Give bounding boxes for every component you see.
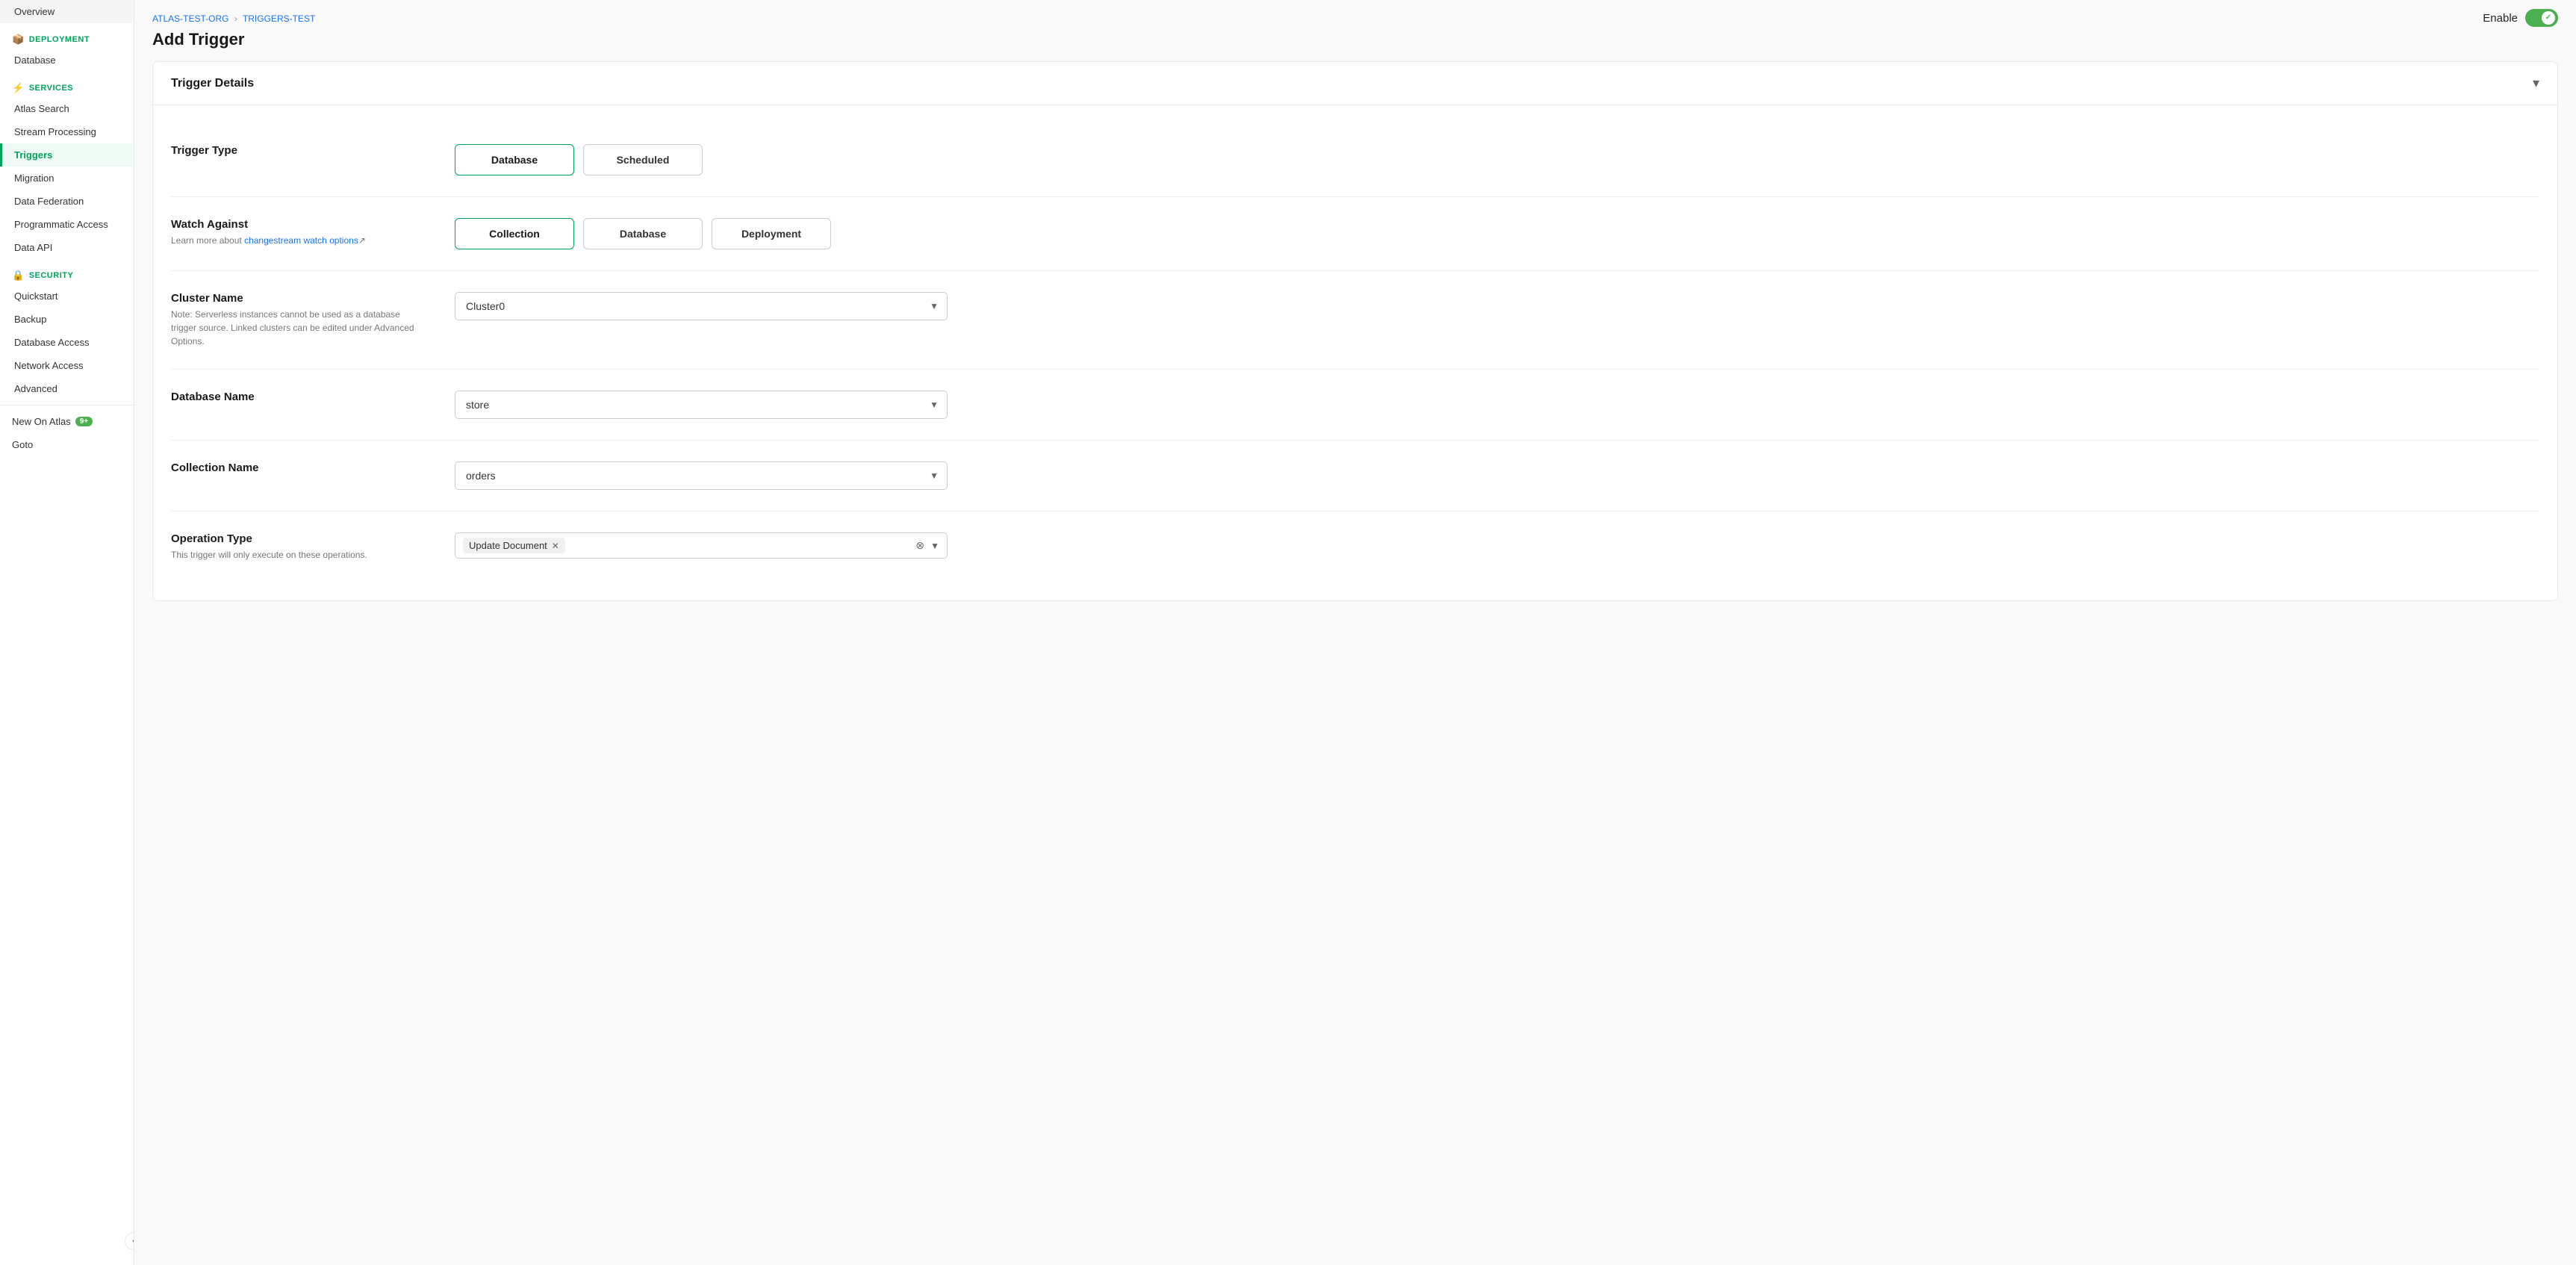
operation-type-label: Operation Type	[171, 532, 425, 545]
database-name-label-col: Database Name	[171, 391, 425, 406]
sidebar-collapse-button[interactable]: ‹	[125, 1232, 134, 1250]
watch-against-btn-group: Collection Database Deployment	[455, 218, 2539, 249]
changestream-link[interactable]: changestream watch options	[244, 235, 358, 246]
watch-against-label-col: Watch Against Learn more about changestr…	[171, 218, 425, 247]
database-name-select-wrapper: store ▼	[455, 391, 948, 419]
sidebar-item-network-access[interactable]: Network Access	[0, 354, 134, 377]
card-header-title: Trigger Details	[171, 77, 254, 90]
cluster-name-label-col: Cluster Name Note: Serverless instances …	[171, 292, 425, 348]
main-content: ATLAS-TEST-ORG › TRIGGERS-TEST Enable Ad…	[134, 0, 2576, 1265]
trigger-details-card: Trigger Details ▾ Trigger Type Database …	[152, 61, 2558, 601]
collection-name-select-wrapper: orders ▼	[455, 461, 948, 490]
collection-name-label: Collection Name	[171, 461, 425, 474]
topbar: ATLAS-TEST-ORG › TRIGGERS-TEST Enable	[134, 0, 2576, 30]
sidebar-item-data-federation[interactable]: Data Federation	[0, 190, 134, 213]
cluster-name-control: Cluster0 ▼	[455, 292, 2539, 320]
trigger-type-label-col: Trigger Type	[171, 144, 425, 160]
breadcrumb-text: ATLAS-TEST-ORG › TRIGGERS-TEST	[152, 13, 315, 24]
watch-against-row: Watch Against Learn more about changestr…	[171, 197, 2539, 271]
operation-type-tag: Update Document ✕	[463, 538, 565, 553]
operation-type-label-col: Operation Type This trigger will only ex…	[171, 532, 425, 562]
services-icon: ⚡	[12, 82, 25, 94]
watch-against-sublabel: Learn more about changestream watch opti…	[171, 234, 425, 247]
trigger-type-label: Trigger Type	[171, 144, 425, 157]
sidebar-item-goto[interactable]: Goto	[0, 433, 134, 456]
watch-against-database-button[interactable]: Database	[583, 218, 703, 249]
sidebar-item-migration[interactable]: Migration	[0, 167, 134, 190]
sidebar-section-services: ⚡ SERVICES	[0, 72, 134, 97]
sidebar-item-triggers[interactable]: Triggers	[0, 143, 134, 167]
trigger-type-btn-group: Database Scheduled	[455, 144, 2539, 175]
tag-dropdown-icon[interactable]: ▼	[930, 541, 939, 551]
breadcrumb: ATLAS-TEST-ORG › TRIGGERS-TEST	[152, 12, 315, 24]
sidebar-item-programmatic-access[interactable]: Programmatic Access	[0, 213, 134, 236]
collection-name-select[interactable]: orders	[455, 461, 948, 490]
new-on-atlas-badge: 9+	[75, 417, 93, 426]
operation-type-control: Update Document ✕ ⊗ ▼	[455, 532, 2539, 559]
database-name-label: Database Name	[171, 391, 425, 403]
trigger-type-row: Trigger Type Database Scheduled	[171, 123, 2539, 197]
collection-name-row: Collection Name orders ▼	[171, 441, 2539, 512]
cluster-name-select-wrapper: Cluster0 ▼	[455, 292, 948, 320]
trigger-type-control: Database Scheduled	[455, 144, 2539, 175]
sidebar-item-backup[interactable]: Backup	[0, 308, 134, 331]
cluster-name-select[interactable]: Cluster0	[455, 292, 948, 320]
watch-against-label: Watch Against	[171, 218, 425, 231]
watch-against-control: Collection Database Deployment	[455, 218, 2539, 249]
sidebar-section-security: 🔒 SECURITY	[0, 259, 134, 285]
sidebar-item-database-access[interactable]: Database Access	[0, 331, 134, 354]
breadcrumb-app[interactable]: TRIGGERS-TEST	[243, 13, 315, 24]
sidebar-item-database[interactable]: Database	[0, 49, 134, 72]
operation-type-tag-close[interactable]: ✕	[552, 541, 559, 551]
trigger-type-scheduled-button[interactable]: Scheduled	[583, 144, 703, 175]
tag-clear-button[interactable]: ⊗	[915, 539, 924, 552]
sidebar-item-atlas-search[interactable]: Atlas Search	[0, 97, 134, 120]
cluster-name-row: Cluster Name Note: Serverless instances …	[171, 271, 2539, 370]
security-icon: 🔒	[12, 270, 25, 282]
database-name-control: store ▼	[455, 391, 2539, 419]
operation-type-row: Operation Type This trigger will only ex…	[171, 512, 2539, 582]
sidebar-item-stream-processing[interactable]: Stream Processing	[0, 120, 134, 143]
sidebar-item-data-api[interactable]: Data API	[0, 236, 134, 259]
cluster-name-label: Cluster Name	[171, 292, 425, 305]
database-name-row: Database Name store ▼	[171, 370, 2539, 441]
breadcrumb-org[interactable]: ATLAS-TEST-ORG	[152, 13, 228, 24]
operation-type-tag-value: Update Document	[469, 540, 547, 551]
card-collapse-icon[interactable]: ▾	[2533, 75, 2539, 91]
database-name-select[interactable]: store	[455, 391, 948, 419]
operation-type-sublabel: This trigger will only execute on these …	[171, 548, 425, 562]
sidebar-item-advanced[interactable]: Advanced	[0, 377, 134, 400]
breadcrumb-separator: ›	[234, 13, 237, 24]
sidebar-section-deployment: 📦 DEPLOYMENT	[0, 23, 134, 49]
enable-toggle-row: Enable	[2483, 9, 2558, 27]
collection-name-label-col: Collection Name	[171, 461, 425, 477]
watch-against-collection-button[interactable]: Collection	[455, 218, 574, 249]
deployment-icon: 📦	[12, 34, 25, 46]
cluster-name-sublabel: Note: Serverless instances cannot be use…	[171, 308, 425, 348]
enable-toggle[interactable]	[2525, 9, 2558, 27]
trigger-type-database-button[interactable]: Database	[455, 144, 574, 175]
card-header: Trigger Details ▾	[153, 62, 2557, 105]
enable-label: Enable	[2483, 12, 2518, 25]
sidebar-item-overview[interactable]: Overview	[0, 0, 134, 23]
sidebar-item-quickstart[interactable]: Quickstart	[0, 285, 134, 308]
sidebar-item-new-on-atlas[interactable]: New On Atlas 9+	[0, 410, 134, 433]
card-body: Trigger Type Database Scheduled Watch Ag…	[153, 105, 2557, 600]
operation-type-tag-input[interactable]: Update Document ✕ ⊗ ▼	[455, 532, 948, 559]
sidebar: Overview 📦 DEPLOYMENT Database ⚡ SERVICE…	[0, 0, 134, 1265]
page-title: Add Trigger	[134, 30, 2576, 61]
collection-name-control: orders ▼	[455, 461, 2539, 490]
watch-against-deployment-button[interactable]: Deployment	[712, 218, 831, 249]
